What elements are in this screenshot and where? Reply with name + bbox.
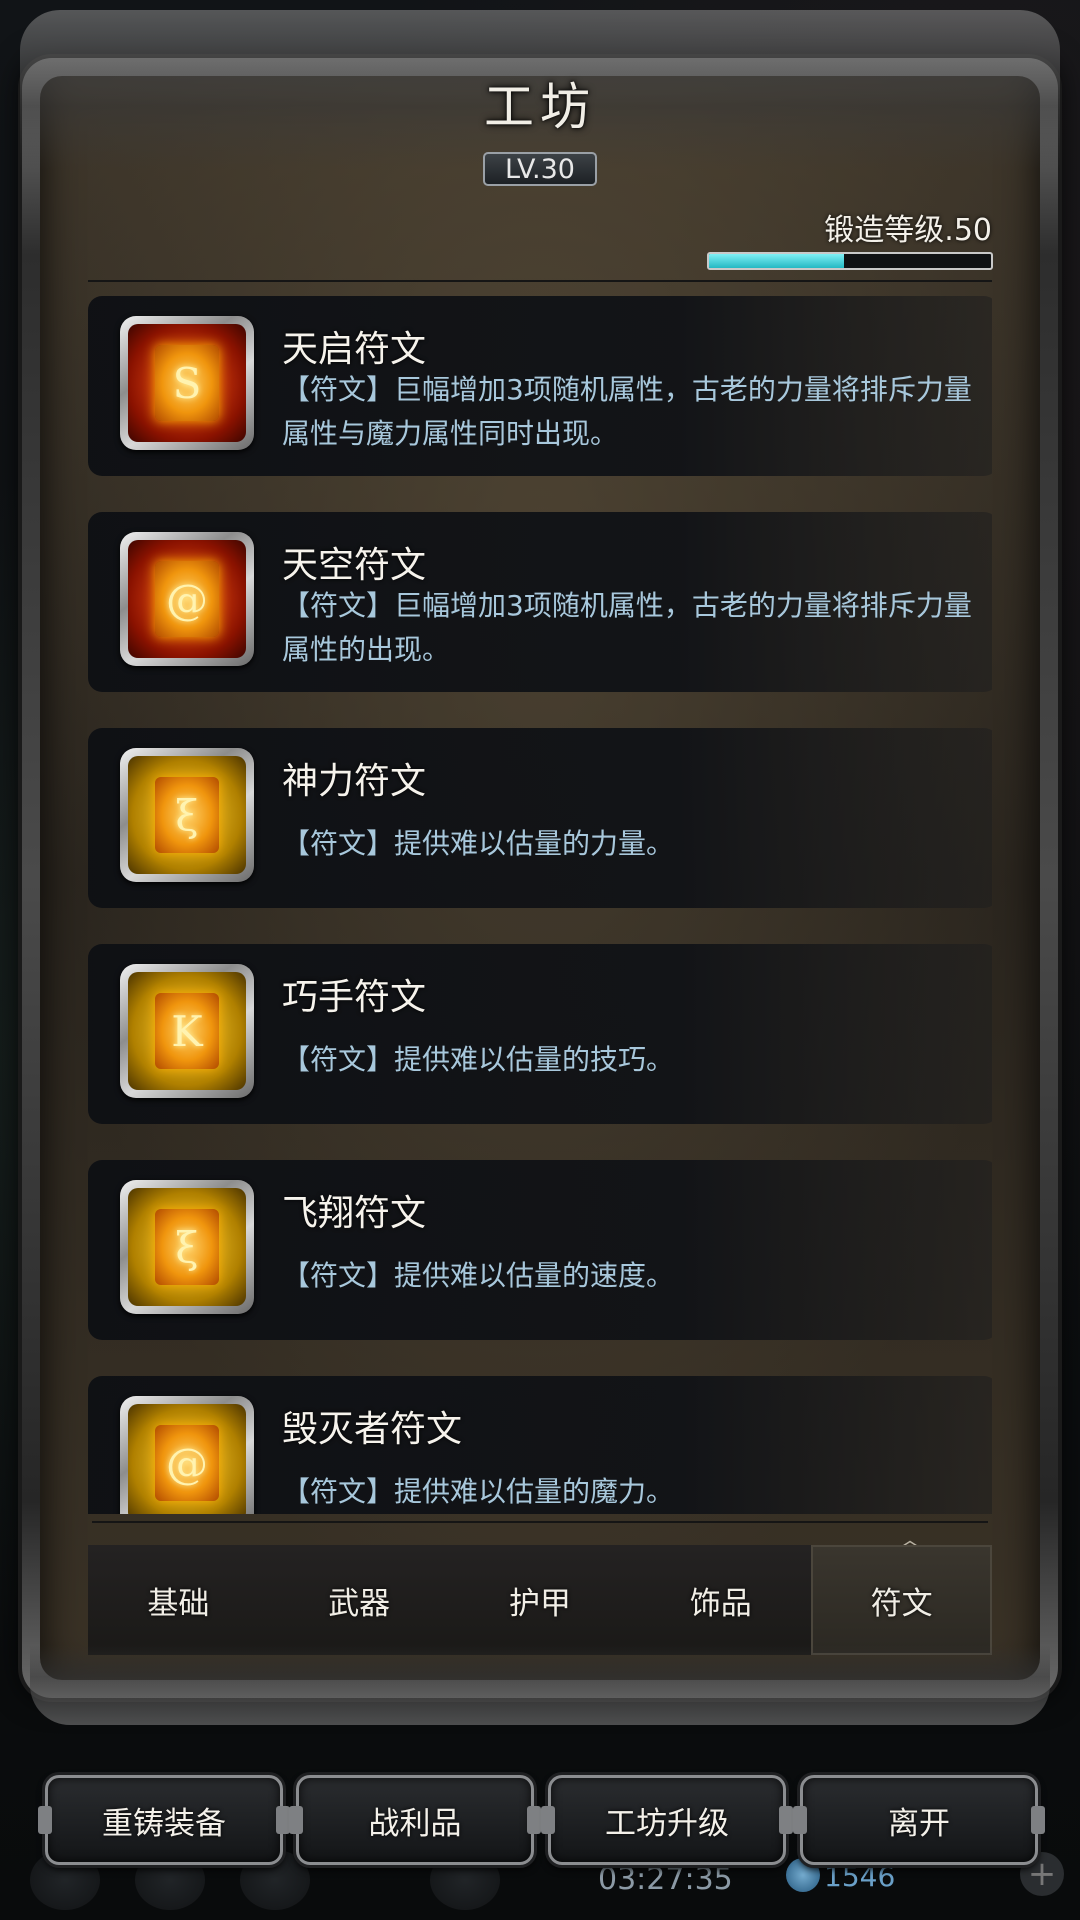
rune-name: 天启符文 — [282, 329, 427, 370]
rune-glyph: S — [155, 345, 219, 421]
rune-list-item[interactable]: S 天启符文 【符文】巨幅增加3项随机属性，古老的力量将排斥力量属性与魔力属性同… — [88, 296, 992, 476]
rune-description: 【符文】提供难以估量的力量。 — [282, 827, 675, 860]
rune-description: 【符文】提供难以估量的魔力。 — [282, 1475, 675, 1508]
frame-bottom-ornament — [30, 1645, 1050, 1725]
rune-glyph: @ — [155, 1425, 219, 1501]
rune-k-icon: K — [128, 972, 246, 1090]
top-divider — [88, 280, 992, 282]
rune-swirl-icon: @ — [128, 540, 246, 658]
rune-icon-frame: S — [120, 316, 254, 450]
chevron-up-icon: ︿ — [898, 1528, 921, 1553]
rune-description: 【符文】巨幅增加3项随机属性，古老的力量将排斥力量属性的出现。 — [282, 589, 972, 666]
rune-power-icon: ξ — [128, 756, 246, 874]
rune-list-item[interactable]: ξ 飞翔符文 【符文】提供难以估量的速度。 — [88, 1160, 992, 1340]
rune-description: 【符文】提供难以估量的技巧。 — [282, 1043, 675, 1076]
tab-accessories[interactable]: 饰品 — [630, 1545, 811, 1655]
rune-icon-frame: @ — [120, 532, 254, 666]
hud-clock: 03:27:35 — [598, 1862, 733, 1897]
rune-name: 毁灭者符文 — [282, 1409, 463, 1450]
loot-button[interactable]: 战利品 — [289, 1775, 541, 1865]
rune-name: 飞翔符文 — [282, 1193, 427, 1234]
page-title: 工坊 — [484, 77, 596, 136]
forge-level-label: 锻造等级.50 — [824, 213, 992, 248]
tab-basic[interactable]: 基础 — [88, 1545, 269, 1655]
rune-glyph: K — [155, 993, 219, 1069]
rune-glyph: ξ — [155, 1209, 219, 1285]
workshop-level-badge: LV.30 — [483, 152, 597, 186]
rune-icon-frame: @ — [120, 1396, 254, 1514]
bottom-divider — [92, 1521, 988, 1523]
leave-button[interactable]: 离开 — [793, 1775, 1045, 1865]
rune-description: 【符文】巨幅增加3项随机属性，古老的力量将排斥力量属性与魔力属性同时出现。 — [282, 373, 972, 450]
workshop-upgrade-button[interactable]: 工坊升级 — [541, 1775, 793, 1865]
rune-list-item[interactable]: K 巧手符文 【符文】提供难以估量的技巧。 — [88, 944, 992, 1124]
rune-glyph: @ — [155, 561, 219, 637]
rune-list[interactable]: S 天启符文 【符文】巨幅增加3项随机属性，古老的力量将排斥力量属性与魔力属性同… — [88, 296, 992, 1514]
reforge-button[interactable]: 重铸装备 — [38, 1775, 290, 1865]
rune-wing-icon: ξ — [128, 1188, 246, 1306]
rune-icon-frame: K — [120, 964, 254, 1098]
tab-runes[interactable]: 符文 — [811, 1545, 992, 1655]
rune-swirl-icon: @ — [128, 1404, 246, 1514]
forge-progress-bar — [707, 252, 993, 270]
rune-icon-frame: ξ — [120, 748, 254, 882]
rune-glyph: ξ — [155, 777, 219, 853]
rune-s-icon: S — [128, 324, 246, 442]
rune-name: 神力符文 — [282, 761, 427, 802]
rune-list-item[interactable]: @ 天空符文 【符文】巨幅增加3项随机属性，古老的力量将排斥力量属性的出现。 — [88, 512, 992, 692]
tab-armor[interactable]: 护甲 — [450, 1545, 631, 1655]
rune-name: 巧手符文 — [282, 977, 427, 1018]
rune-list-item[interactable]: @ 毁灭者符文 【符文】提供难以估量的魔力。 — [88, 1376, 992, 1514]
rune-description: 【符文】提供难以估量的速度。 — [282, 1259, 675, 1292]
forge-progress-fill — [709, 254, 845, 268]
tab-weapons[interactable]: 武器 — [269, 1545, 450, 1655]
rune-list-item[interactable]: ξ 神力符文 【符文】提供难以估量的力量。 — [88, 728, 992, 908]
rune-name: 天空符文 — [282, 545, 427, 586]
rune-icon-frame: ξ — [120, 1180, 254, 1314]
category-tab-bar: 基础 武器 护甲 饰品 符文 — [88, 1545, 992, 1655]
